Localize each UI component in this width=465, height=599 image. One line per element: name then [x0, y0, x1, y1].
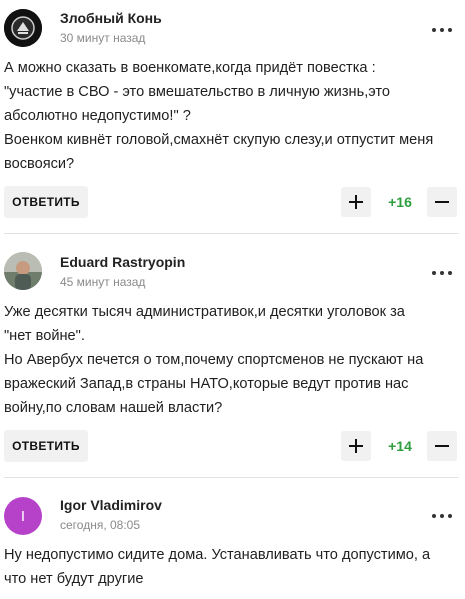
- more-options-icon[interactable]: [428, 508, 456, 524]
- downvote-button[interactable]: [427, 431, 457, 461]
- comment-text: А можно сказать в военкомате,когда придё…: [4, 56, 459, 176]
- more-options-icon[interactable]: [428, 22, 456, 38]
- comment-text-line: "нет войне".: [4, 328, 85, 344]
- comment-text: Уже десятки тысяч административок,и деся…: [4, 300, 459, 420]
- vote-score: +14: [388, 438, 412, 454]
- avatar-letter: I: [20, 507, 26, 525]
- downvote-button[interactable]: [427, 187, 457, 217]
- comment-author[interactable]: Злобный Конь: [60, 10, 162, 26]
- upvote-button[interactable]: [341, 431, 371, 461]
- comment-text-line: восвояси?: [4, 156, 75, 172]
- comment-text-line: абсолютно недопустимо!" ?: [4, 108, 191, 124]
- more-options-icon[interactable]: [428, 265, 456, 281]
- comment-divider: [4, 233, 459, 234]
- comment-time: 30 минут назад: [60, 31, 146, 45]
- comment-text: Ну недопустимо сидите дома. Устанавливат…: [4, 543, 459, 591]
- upvote-button[interactable]: [341, 187, 371, 217]
- comment-text-line: "участие в СВО - это вмешательство в лич…: [4, 84, 391, 100]
- comment-text-line: Ну недопустимо сидите дома. Устанавливат…: [4, 547, 431, 563]
- comment-text-line: войну,по словам нашей власти?: [4, 400, 223, 416]
- badge-icon: [4, 9, 42, 47]
- minus-icon: [435, 201, 449, 203]
- comment-text-line: Военком кивнёт головой,смахнёт скупую сл…: [4, 132, 434, 148]
- photo-avatar-icon: [4, 252, 42, 290]
- comment-time: 45 минут назад: [60, 275, 146, 289]
- reply-button[interactable]: ОТВЕТИТЬ: [4, 430, 88, 462]
- vote-score: +16: [388, 194, 412, 210]
- avatar[interactable]: [4, 9, 42, 47]
- comment-divider: [4, 477, 459, 478]
- comment-text-line: вражеский Запад,в страны НАТО,которые ве…: [4, 376, 409, 392]
- reply-button[interactable]: ОТВЕТИТЬ: [4, 186, 88, 218]
- comment-text-line: Уже десятки тысяч административок,и деся…: [4, 304, 405, 320]
- comment-text-line: А можно сказать в военкомате,когда придё…: [4, 60, 376, 76]
- comment-text-line: Но Авербух печется о том,почему спортсме…: [4, 352, 424, 368]
- avatar[interactable]: I: [4, 497, 42, 535]
- comment-author[interactable]: Igor Vladimirov: [60, 497, 162, 513]
- comment-text-line: что нет будут другие: [4, 571, 144, 587]
- comment-author[interactable]: Eduard Rastryopin: [60, 254, 185, 270]
- avatar[interactable]: [4, 252, 42, 290]
- comment-time: сегодня, 08:05: [60, 518, 141, 532]
- minus-icon: [435, 445, 449, 447]
